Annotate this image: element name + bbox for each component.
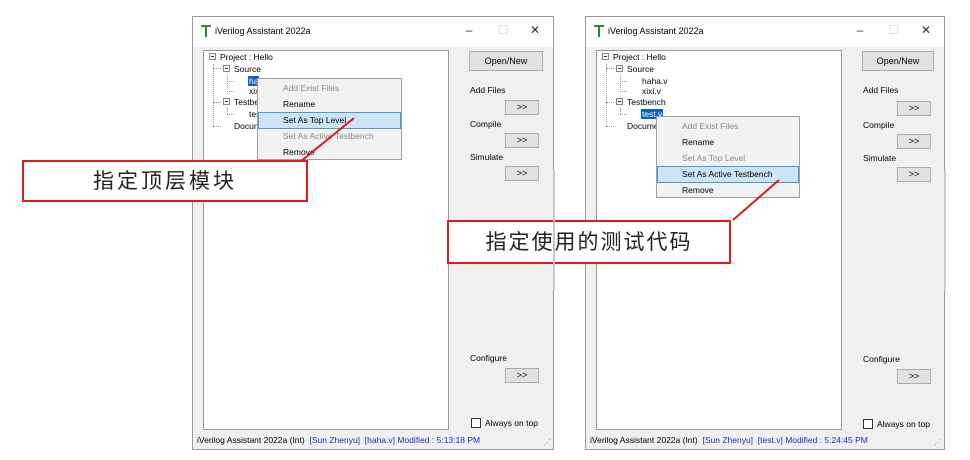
compile-label: Compile [470,119,502,129]
app-icon [201,25,211,37]
configure-label: Configure [470,353,507,363]
tree-file-xixi[interactable]: xixi.v [642,86,661,96]
tree-testbench[interactable]: Testbench [627,97,666,107]
add-files-button[interactable]: >> [897,101,931,116]
configure-button[interactable]: >> [505,368,539,383]
open-new-button[interactable]: Open/New [469,51,543,71]
status-bar: iVerilog Assistant 2022a (Int) [Sun Zhen… [586,431,944,449]
status-app: iVerilog Assistant 2022a (Int) [197,435,305,445]
background-window-edge [553,170,555,290]
tree-project[interactable]: Project : Hello [613,52,666,62]
status-bar: iVerilog Assistant 2022a (Int) [Sun Zhen… [193,431,553,449]
always-on-top-checkbox[interactable] [863,419,873,429]
background-window-edge [944,170,946,290]
status-user: [Sun Zhenyu] [309,435,361,445]
simulate-button[interactable]: >> [897,167,931,182]
status-modified: Modified : 5:13:18 PM [397,435,481,445]
right-callout: 指定使用的测试代码 [447,220,731,264]
minimize-icon[interactable]: – [461,23,477,37]
window-title: iVerilog Assistant 2022a [608,26,704,36]
configure-button[interactable]: >> [897,369,931,384]
menu-add-exist-files[interactable]: Add Exist Files [259,81,400,96]
compile-button[interactable]: >> [505,133,539,148]
tree-testbench[interactable]: Testbe [234,97,259,107]
maximize-icon[interactable]: ☐ [886,23,902,37]
compile-button[interactable]: >> [897,134,931,149]
close-icon[interactable]: ✕ [918,23,934,37]
collapse-toggle-testbench[interactable] [223,98,230,105]
menu-rename[interactable]: Rename [658,135,798,150]
right-titlebar[interactable]: iVerilog Assistant 2022a – ☐ ✕ [586,17,944,47]
compile-label: Compile [863,120,895,130]
status-modified: Modified : 5:24:45 PM [785,435,868,445]
collapse-toggle-project[interactable] [602,53,609,60]
add-files-button[interactable]: >> [505,100,539,115]
open-new-button[interactable]: Open/New [862,51,934,71]
collapse-toggle-testbench[interactable] [616,98,623,105]
always-on-top-label: Always on top [485,418,538,428]
tree-docs[interactable]: Docume [627,121,659,131]
tree-project[interactable]: Project : Hello [220,52,273,62]
tree-source[interactable]: Source [627,64,654,74]
minimize-icon[interactable]: – [852,23,868,37]
collapse-toggle-project[interactable] [209,53,216,60]
right-callout-pointer [732,179,780,221]
simulate-label: Simulate [863,153,897,163]
menu-add-exist-files[interactable]: Add Exist Files [658,119,798,134]
menu-set-top-level[interactable]: Set As Top Level [658,151,798,166]
always-on-top-checkbox[interactable] [471,418,481,428]
maximize-icon[interactable]: ☐ [495,23,511,37]
status-file: [test.v] [757,435,783,445]
configure-label: Configure [863,354,900,364]
collapse-toggle-source[interactable] [223,65,230,72]
resize-grip-icon[interactable]: ⋰ [934,438,942,447]
add-files-label: Add Files [470,85,506,95]
status-app: iVerilog Assistant 2022a (Int) [590,435,698,445]
simulate-button[interactable]: >> [505,166,539,181]
window-title: iVerilog Assistant 2022a [215,26,311,36]
tree-source[interactable]: Source [234,64,261,74]
left-titlebar[interactable]: iVerilog Assistant 2022a – ☐ ✕ [193,17,553,47]
close-icon[interactable]: ✕ [527,23,543,37]
simulate-label: Simulate [470,152,504,162]
left-callout: 指定顶层模块 [22,160,308,202]
add-files-label: Add Files [863,85,899,95]
tree-file-haha[interactable]: haha.v [642,76,668,86]
resize-grip-icon[interactable]: ⋰ [543,438,551,447]
collapse-toggle-source[interactable] [616,65,623,72]
always-on-top-label: Always on top [877,419,930,429]
status-file: [haha.v] [364,435,396,445]
status-user: [Sun Zhenyu] [702,435,754,445]
app-icon [594,25,604,37]
